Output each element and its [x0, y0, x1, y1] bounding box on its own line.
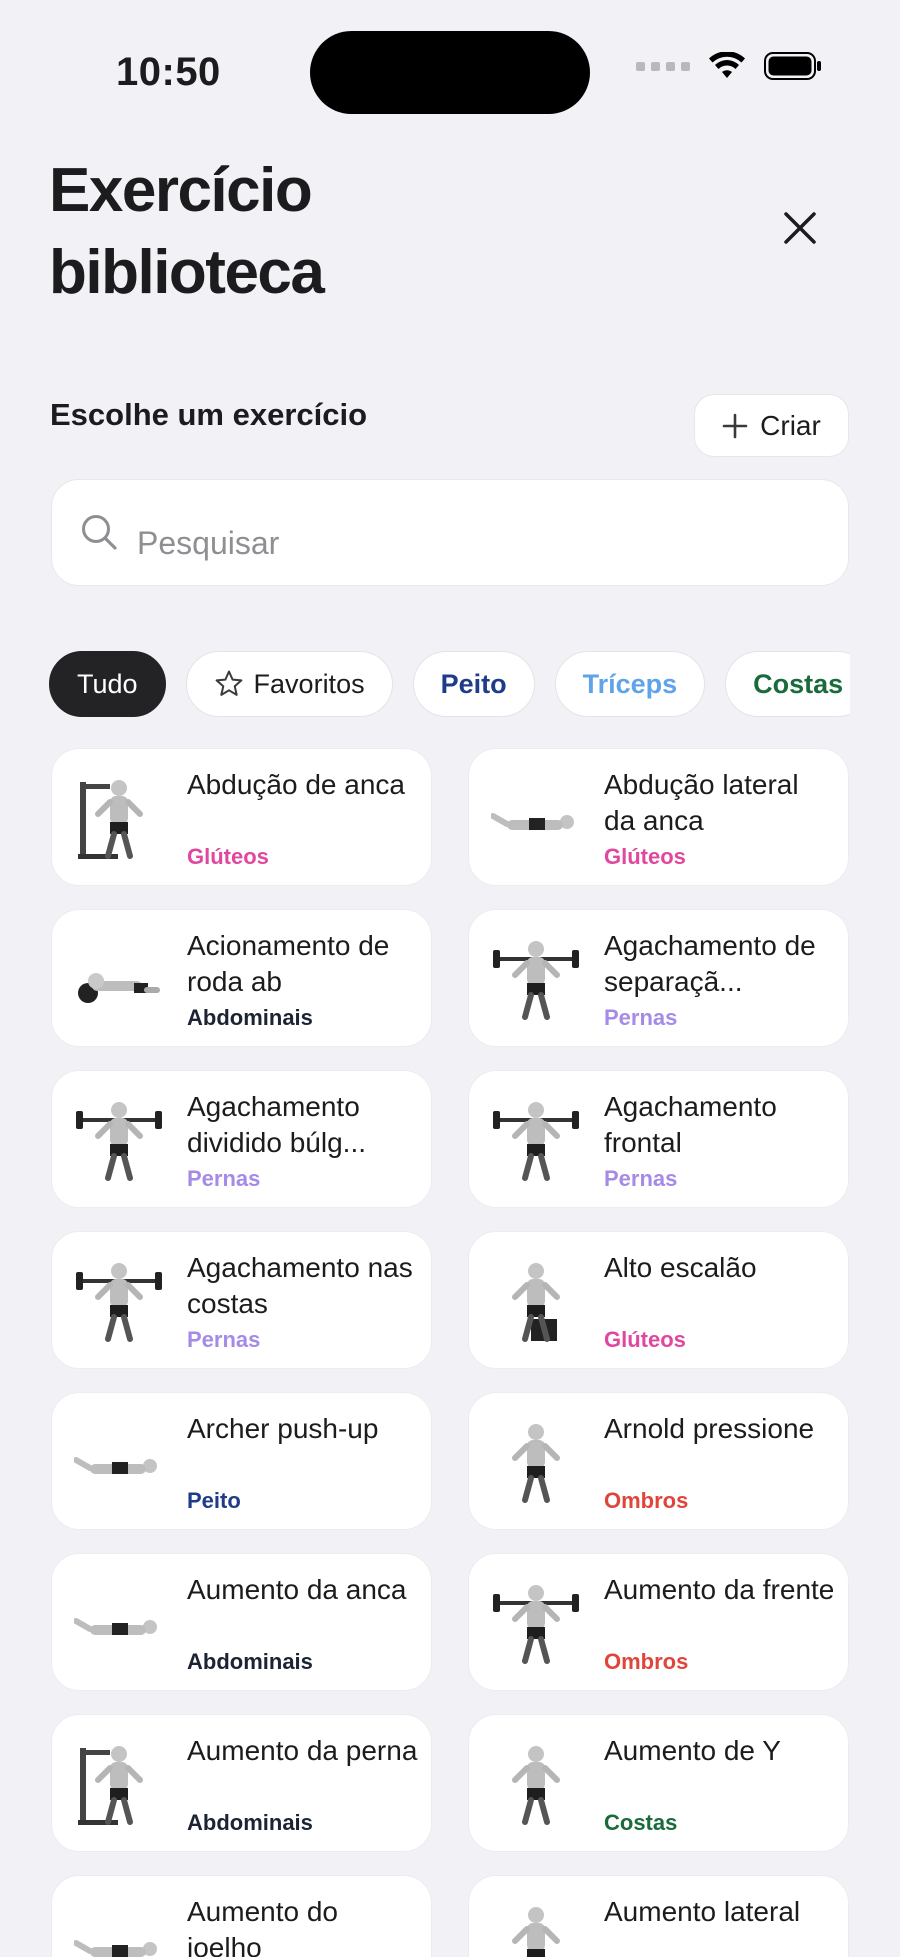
search-input[interactable]: [137, 480, 817, 587]
exercise-name: Aumento da anca: [187, 1574, 407, 1605]
exercise-name: Alto escalão: [604, 1252, 757, 1283]
filter-chip-favoritos[interactable]: Favoritos: [185, 651, 393, 717]
exercise-name: Abdução de anca: [187, 769, 405, 800]
side-lying-hip-abduction-icon: [490, 774, 581, 862]
close-button[interactable]: [772, 200, 828, 256]
split-squat-icon: [491, 935, 581, 1023]
front-squat-icon: [491, 1096, 581, 1184]
exercise-card[interactable]: Agachamento dividido búlg... Pernas: [51, 1070, 432, 1208]
lateral-raise-icon: [491, 1901, 581, 1957]
filter-chip-peito[interactable]: Peito: [412, 651, 535, 717]
exercise-name: Archer push-up: [187, 1413, 379, 1444]
exercise-name: Acionamento de roda ab: [187, 930, 390, 997]
exercise-category: Peito: [187, 1488, 241, 1513]
create-button-label: Criar: [760, 409, 821, 441]
front-raise-icon: [491, 1579, 581, 1667]
exercise-category: Pernas: [604, 1166, 678, 1191]
exercise-library-screen: 10:50 Exercício biblioteca Escolhe um ex…: [0, 0, 900, 1957]
filter-chip-label: Tríceps: [582, 668, 678, 699]
exercise-name: Arnold pressione: [604, 1413, 815, 1444]
exercise-category: Pernas: [187, 1166, 261, 1191]
exercise-category: Glúteos: [187, 844, 269, 869]
hip-abduction-machine-icon: [74, 774, 164, 862]
leg-raise-tower-icon: [74, 1740, 164, 1828]
exercise-category: Abdominais: [187, 1005, 313, 1030]
page-title-line-1: Exercício: [49, 156, 313, 225]
battery-icon: [764, 52, 821, 80]
exercise-card[interactable]: Abdução de anca Glúteos: [51, 748, 432, 886]
filter-chip-label: Costas: [753, 668, 844, 699]
exercise-name: Abdução lateral da anca: [604, 769, 799, 836]
exercise-name: Agachamento frontal: [604, 1091, 777, 1158]
exercise-card[interactable]: Archer push-up Peito: [51, 1392, 432, 1530]
plus-icon: [722, 413, 748, 438]
exercise-name: Aumento do joelho: [187, 1896, 338, 1957]
section-label: Escolhe um exercício: [50, 397, 368, 432]
exercise-name: Aumento de Y: [604, 1735, 781, 1766]
exercise-category: Costas: [604, 1810, 678, 1835]
filter-chip-tudo[interactable]: Tudo: [49, 651, 166, 717]
y-raise-icon: [491, 1740, 581, 1828]
exercise-category: Glúteos: [604, 844, 686, 869]
hip-raise-icon: [73, 1579, 164, 1667]
bulgarian-split-squat-icon: [74, 1096, 164, 1184]
create-exercise-button[interactable]: Criar: [694, 394, 849, 457]
exercise-name: Aumento lateral: [604, 1896, 801, 1927]
arnold-press-icon: [491, 1418, 581, 1506]
exercise-card[interactable]: Abdução lateral da anca Glúteos: [468, 748, 849, 886]
exercise-name: Agachamento nas costas: [187, 1252, 413, 1319]
exercise-category: Ombros: [604, 1488, 689, 1513]
page-title-line-2: biblioteca: [49, 238, 325, 307]
star-outline-icon: [215, 670, 242, 696]
filter-chip-label: Tudo: [77, 668, 138, 699]
exercise-category: Pernas: [187, 1327, 261, 1352]
exercise-card[interactable]: Aumento lateralOmbros: [468, 1875, 849, 1957]
exercise-name: Aumento da frente: [604, 1574, 835, 1605]
exercise-name: Agachamento de separaçã...: [604, 930, 816, 997]
filter-chip-triceps[interactable]: Tríceps: [554, 651, 706, 717]
exercise-card[interactable]: Agachamento frontal Pernas: [468, 1070, 849, 1208]
status-icons: [636, 52, 822, 80]
exercise-card[interactable]: Aumento do joelhoAbdominais: [51, 1875, 432, 1957]
exercise-card[interactable]: Acionamento de roda ab Abdominais: [51, 909, 432, 1047]
filter-chip-costas[interactable]: Costas: [725, 651, 850, 717]
back-squat-icon: [74, 1257, 164, 1345]
exercise-card[interactable]: Arnold pressione Ombros: [468, 1392, 849, 1530]
filter-chip-label: Peito: [440, 668, 507, 699]
archer-pushup-icon: [73, 1418, 164, 1506]
cellular-signal-icon: [636, 61, 690, 71]
exercise-category: Ombros: [604, 1649, 689, 1674]
exercise-card[interactable]: Aumento da frente Ombros: [468, 1553, 849, 1691]
filter-chips: Tudo Favoritos Peito Tríceps Costas: [49, 651, 850, 719]
exercise-name: Agachamento dividido búlg...: [187, 1091, 367, 1158]
filter-chip-label: Favoritos: [253, 668, 365, 699]
step-up-icon: [491, 1257, 581, 1345]
dynamic-island: [310, 31, 590, 114]
exercise-grid: Abdução de anca Glúteos Abdução lateral da…: [51, 748, 849, 1957]
exercise-category: Abdominais: [187, 1649, 313, 1674]
page-title: Exercício biblioteca: [49, 150, 325, 314]
exercise-name: Aumento da perna: [187, 1735, 418, 1766]
search-box[interactable]: [51, 479, 849, 587]
exercise-category: Glúteos: [604, 1327, 686, 1352]
exercise-card[interactable]: Aumento da anca Abdominais: [51, 1553, 432, 1691]
knee-raise-icon: [73, 1901, 164, 1957]
wifi-icon: [709, 52, 745, 78]
exercise-card[interactable]: Aumento de Y Costas: [468, 1714, 849, 1852]
search-icon: [80, 513, 120, 558]
close-icon: [784, 212, 816, 244]
status-time: 10:50: [116, 50, 221, 94]
exercise-category: Pernas: [604, 1005, 678, 1030]
exercise-card[interactable]: Agachamento nas costas Pernas: [51, 1231, 432, 1369]
exercise-card[interactable]: Aumento da perna Abdominais: [51, 1714, 432, 1852]
exercise-card[interactable]: Agachamento de separaçã... Pernas: [468, 909, 849, 1047]
exercise-card[interactable]: Alto escalão Glúteos: [468, 1231, 849, 1369]
ab-wheel-rollout-icon: [74, 935, 164, 1023]
exercise-category: Abdominais: [187, 1810, 313, 1835]
